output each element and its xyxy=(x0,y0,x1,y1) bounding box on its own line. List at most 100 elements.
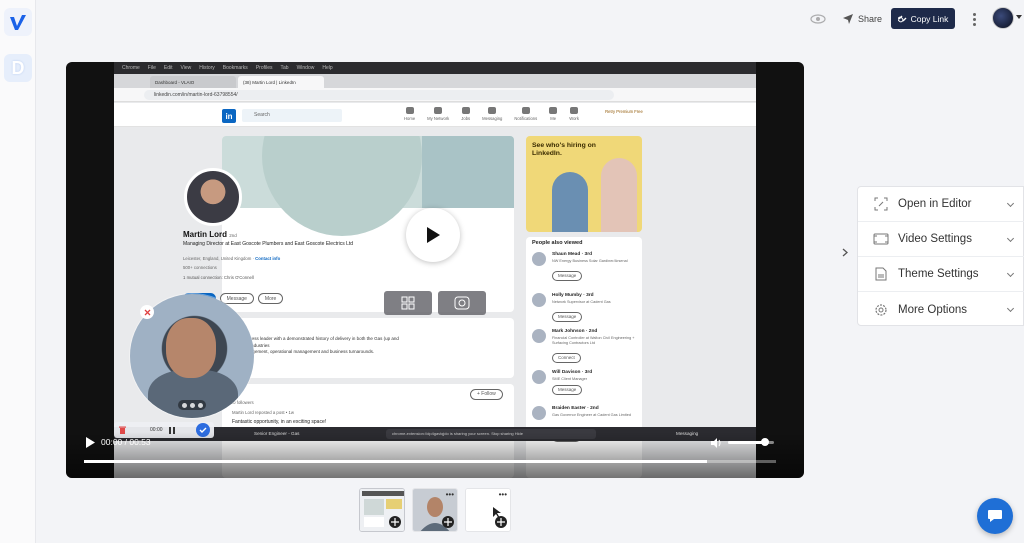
volume-icon[interactable] xyxy=(710,436,722,448)
panel-item-label: Theme Settings xyxy=(898,268,979,280)
player-controls xyxy=(66,432,804,478)
presenter-head xyxy=(166,318,216,378)
person-degree: 2nd xyxy=(588,329,598,334)
trim-tool-button[interactable] xyxy=(438,291,486,315)
chevron-down-icon xyxy=(1006,269,1015,278)
volume-knob[interactable] xyxy=(760,438,769,446)
menubar-item: Window xyxy=(296,65,315,71)
person-avatar xyxy=(532,293,546,307)
copy-link-label: Copy Link xyxy=(910,13,949,24)
person-name-text: Shaun Mead xyxy=(552,252,581,257)
person-subtitle: NW Energy Business Solar Gardiner/Arsena… xyxy=(552,259,628,263)
video-settings-item[interactable]: Video Settings xyxy=(858,222,1024,257)
person-name-text: Braiden Easter xyxy=(552,406,586,411)
panel-item-label: More Options xyxy=(898,303,968,316)
drag-handle-icon[interactable] xyxy=(442,516,454,528)
thumbnail-more-icon[interactable]: ••• xyxy=(446,490,454,499)
menubar-item: File xyxy=(147,65,156,71)
linkedin-logo: in xyxy=(222,109,236,123)
activity-post-text: Fantastic opportunity, in an exciting sp… xyxy=(232,419,327,425)
thumbnail-more-icon[interactable]: ••• xyxy=(499,490,507,499)
activity-post-meta: Martin Lord reposted a post • 1w xyxy=(232,410,294,415)
nav-work: Work xyxy=(569,107,579,121)
share-label: Share xyxy=(858,14,883,24)
nav-home: Home xyxy=(404,107,415,121)
profile-headline: Managing Director at East Goscote Plumbe… xyxy=(183,241,354,247)
user-avatar[interactable] xyxy=(992,7,1014,29)
drag-handle-icon[interactable] xyxy=(389,516,401,528)
url-field: linkedin.com/in/martin-lord-63798554/ xyxy=(144,90,614,100)
ad-figure xyxy=(601,158,637,232)
person-avatar xyxy=(532,406,546,420)
people-also-viewed-title: People also viewed xyxy=(532,240,583,246)
play-icon[interactable] xyxy=(84,436,96,448)
profile-connections: 500+ connections xyxy=(183,265,217,270)
person-degree: 2nd xyxy=(590,406,599,411)
address-bar: linkedin.com/in/martin-lord-63798554/ xyxy=(114,88,756,102)
person-name-text: Mark Johnson xyxy=(552,329,585,334)
play-button[interactable] xyxy=(406,208,460,262)
d-doc-icon[interactable]: D xyxy=(4,54,32,82)
menubar-item: View xyxy=(180,65,192,71)
chevron-down-icon xyxy=(1006,234,1015,243)
gear-icon xyxy=(873,302,889,318)
person-degree: 3rd xyxy=(584,370,593,375)
nav-label: Home xyxy=(404,116,416,121)
time-display: 00:00 / 00:53 xyxy=(101,437,151,447)
copy-link-button[interactable]: Copy Link xyxy=(891,8,955,29)
person-subtitle: Gas Governor Engineer at Cadent Gas Limi… xyxy=(552,413,631,417)
browser-tab: Dashboard - VLAIO xyxy=(150,76,236,88)
person-name-text: Will Davison xyxy=(552,370,581,375)
more-button: More xyxy=(257,293,284,304)
play-icon xyxy=(427,227,440,243)
profile-location: Leicester, England, United Kingdom · Con… xyxy=(183,256,281,261)
link-icon xyxy=(897,15,907,23)
share-button[interactable]: Share xyxy=(843,9,882,29)
person-action: Message xyxy=(552,271,583,281)
layout-thumbnail-screen[interactable] xyxy=(359,488,405,532)
follow-button: + Follow xyxy=(470,389,503,400)
nav-label: Notifications xyxy=(514,116,538,121)
volume-slider[interactable] xyxy=(728,438,774,446)
drag-handle-icon[interactable] xyxy=(495,516,507,528)
premium-link: Retry Premium Free xyxy=(605,109,643,114)
vimeo-v-logo[interactable] xyxy=(4,8,32,36)
person-action: Connect xyxy=(552,353,581,363)
layout-thumbnail-camera[interactable]: ••• xyxy=(412,488,458,532)
person-degree: 3rd xyxy=(584,252,592,257)
theme-settings-item[interactable]: Theme Settings xyxy=(858,257,1024,292)
nav-network: My Network xyxy=(427,107,449,121)
person-subtitle: Financial Controller at Walton Civil Eng… xyxy=(552,336,635,345)
chevron-down-icon[interactable] xyxy=(1016,15,1022,19)
ad-figure xyxy=(552,172,588,232)
close-icon[interactable] xyxy=(140,305,154,319)
collapse-panel-chevron-icon[interactable] xyxy=(838,243,852,261)
panel-item-label: Open in Editor xyxy=(898,198,972,210)
chevron-down-icon xyxy=(1006,304,1015,313)
nav-jobs: Jobs xyxy=(461,107,470,121)
person-name: Braiden Easter · 2nd xyxy=(552,406,599,411)
browser-tabs: Dashboard - VLAIO (38) Martin Lord | Lin… xyxy=(114,74,756,88)
more-menu-icon[interactable] xyxy=(968,9,980,29)
eye-icon[interactable] xyxy=(804,9,832,29)
nav-label: Jobs xyxy=(461,116,471,121)
browser-tab-active: (38) Martin Lord | LinkedIn xyxy=(238,76,324,88)
nav-label: My Network xyxy=(427,116,450,121)
options-panel: Open in Editor Video Settings Theme Sett… xyxy=(857,186,1024,326)
bubble-size-toggle[interactable] xyxy=(178,400,206,410)
layout-thumbnail-cursor[interactable]: ••• xyxy=(465,488,511,532)
chat-icon[interactable] xyxy=(977,498,1013,534)
more-options-item[interactable]: More Options xyxy=(858,292,1024,327)
video-player[interactable]: Chrome File Edit View History Bookmarks … xyxy=(66,62,804,478)
layout-tool-button[interactable] xyxy=(384,291,432,315)
progress-fill xyxy=(84,460,707,463)
person-name: Will Davison · 3rd xyxy=(552,370,593,375)
progress-track[interactable] xyxy=(84,460,776,463)
profile-card xyxy=(222,136,514,312)
location-text: Leicester, England, United Kingdom xyxy=(183,256,252,261)
open-in-editor-item[interactable]: Open in Editor xyxy=(858,187,1024,222)
nav-label: Me xyxy=(550,116,557,121)
profile-photo xyxy=(184,168,242,226)
mac-menubar: Chrome File Edit View History Bookmarks … xyxy=(114,62,756,74)
profile-cover xyxy=(222,136,514,236)
